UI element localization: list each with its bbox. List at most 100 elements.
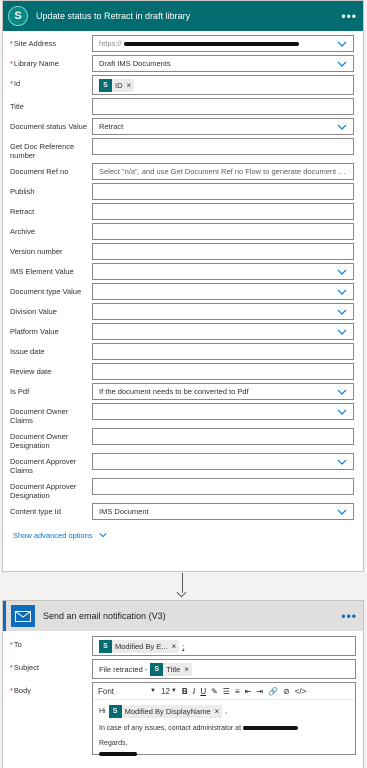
approver-designation-input[interactable] <box>92 478 354 495</box>
owner-claims-dropdown[interactable] <box>92 403 354 420</box>
id-token[interactable]: S ID × <box>99 78 135 92</box>
body-content[interactable]: Hi S Modified By DisplayName × , In case… <box>93 700 355 764</box>
version-number-input[interactable] <box>92 243 354 260</box>
font-size-select[interactable]: 12 ▼ <box>161 687 177 696</box>
get-doc-ref-input[interactable] <box>92 138 354 155</box>
show-advanced-options-link[interactable]: Show advanced options <box>3 523 363 550</box>
remove-token-icon[interactable]: × <box>184 665 189 674</box>
bold-icon[interactable]: B <box>182 687 188 696</box>
field-label: *Body <box>10 686 32 695</box>
body-line-contact: In case of any issues, contact administr… <box>99 723 349 734</box>
body-editor[interactable]: Font ▼ 12 ▼ B I U ✎ ☰ ≡ ⇤ ⇥ 🔗 ⊘ </> Hi S… <box>92 682 356 757</box>
italic-icon[interactable]: I <box>193 687 196 696</box>
sharepoint-icon: S <box>8 6 28 26</box>
body-line-greeting: Hi S Modified By DisplayName × , <box>99 704 349 719</box>
remove-token-icon[interactable]: × <box>172 642 177 651</box>
division-dropdown[interactable] <box>92 303 354 320</box>
library-name-dropdown[interactable]: Draft IMS Documents <box>92 55 354 72</box>
field-label: Title <box>10 102 24 111</box>
sharepoint-token-icon: S <box>99 639 112 653</box>
id-input[interactable]: S ID × <box>92 75 354 95</box>
more-options-icon[interactable]: ••• <box>341 609 357 623</box>
retract-input[interactable] <box>92 203 354 220</box>
field-label: IMS Element Value <box>10 267 74 276</box>
field-row-doc-type: Document type Value <box>10 283 356 300</box>
underline-icon[interactable]: U <box>200 687 206 696</box>
doc-status-dropdown[interactable]: Retract <box>92 118 354 135</box>
to-input[interactable]: S Modified By E... × ; <box>92 636 356 656</box>
site-address-dropdown[interactable]: https:// <box>92 35 354 52</box>
bullet-list-icon[interactable]: ☰ <box>223 687 230 696</box>
remove-token-icon[interactable]: × <box>127 81 132 90</box>
highlight-pen-icon[interactable]: ✎ <box>211 687 218 696</box>
ims-element-dropdown[interactable] <box>92 263 354 280</box>
title-token[interactable]: S Title × <box>150 662 192 676</box>
field-row-id: *Id S ID × <box>10 75 356 95</box>
greeting-suffix: , <box>225 708 228 715</box>
send-email-header[interactable]: Send an email notification (V3) ••• <box>3 601 363 631</box>
caret-down-icon: ▼ <box>150 688 156 694</box>
issue-date-input[interactable] <box>92 343 354 360</box>
field-label: Document Ref no <box>10 167 69 176</box>
owner-designation-input[interactable] <box>92 428 354 445</box>
platform-dropdown[interactable] <box>92 323 354 340</box>
chevron-down-icon <box>337 124 347 130</box>
code-view-icon[interactable]: </> <box>295 687 307 696</box>
field-label: Document Approver Designation <box>10 482 77 500</box>
archive-input[interactable] <box>92 223 354 240</box>
chevron-down-icon <box>337 389 347 395</box>
field-row-archive: Archive <box>10 223 356 240</box>
approver-claims-dropdown[interactable] <box>92 453 354 470</box>
field-row-retract: Retract <box>10 203 356 220</box>
token-label: Modified By DisplayName <box>124 707 211 716</box>
arrow-down-icon <box>176 587 187 598</box>
publish-input[interactable] <box>92 183 354 200</box>
modified-by-displayname-token[interactable]: S Modified By DisplayName × <box>108 705 223 718</box>
increase-indent-icon[interactable]: ⇥ <box>256 687 263 696</box>
token-label: Modified By E... <box>115 641 168 651</box>
field-row-review-date: Review date <box>10 363 356 380</box>
regards-text: Regards, <box>99 740 128 747</box>
font-select[interactable]: Font ▼ <box>98 687 156 696</box>
more-options-icon[interactable]: ••• <box>341 9 357 23</box>
field-label: Document Approver Claims <box>10 457 77 475</box>
field-row-site-address: *Site Address https:// <box>10 35 356 52</box>
doc-ref-no-input[interactable]: Select "n/a", and use Get Document Ref n… <box>92 163 354 180</box>
decrease-indent-icon[interactable]: ⇤ <box>245 687 252 696</box>
subject-input[interactable]: File retracted - S Title × <box>92 659 356 679</box>
chevron-down-icon <box>337 409 347 415</box>
link-icon[interactable]: 🔗 <box>268 687 278 696</box>
field-label: Retract <box>10 207 35 216</box>
chevron-down-icon <box>337 61 347 67</box>
field-row-library-name: *Library Name Draft IMS Documents <box>10 55 356 72</box>
field-label: Get Doc Reference number <box>10 142 75 160</box>
field-label: *To <box>10 640 22 649</box>
content-type-value: IMS Document <box>99 507 149 516</box>
is-pdf-value: If the document needs to be converted to… <box>99 387 249 396</box>
unlink-icon[interactable]: ⊘ <box>283 687 290 696</box>
redacted-signature <box>99 752 137 757</box>
field-row-owner-claims: Document Owner Claims <box>10 403 356 425</box>
field-row-to: *To S Modified By E... × ; <box>10 636 356 656</box>
update-item-title: Update status to Retract in draft librar… <box>36 11 191 21</box>
field-label: Document type Value <box>10 287 82 296</box>
update-item-header[interactable]: S Update status to Retract in draft libr… <box>3 1 363 31</box>
content-type-dropdown[interactable]: IMS Document <box>92 503 354 520</box>
review-date-input[interactable] <box>92 363 354 380</box>
chevron-down-icon <box>337 509 347 515</box>
field-row-is-pdf: Is Pdf If the document needs to be conve… <box>10 383 356 400</box>
field-row-division: Division Value <box>10 303 356 320</box>
remove-token-icon[interactable]: × <box>215 706 220 717</box>
field-row-platform: Platform Value <box>10 323 356 340</box>
field-label: Content type Id <box>10 507 61 516</box>
body-line-regards: Regards, <box>99 738 349 749</box>
modified-by-email-token[interactable]: S Modified By E... × <box>99 639 180 653</box>
chevron-down-icon <box>337 41 347 47</box>
update-item-card: S Update status to Retract in draft libr… <box>2 0 364 572</box>
numbered-list-icon[interactable]: ≡ <box>235 687 240 696</box>
title-input[interactable] <box>92 98 354 115</box>
field-row-doc-ref-no: Document Ref no Select "n/a", and use Ge… <box>10 163 356 180</box>
is-pdf-dropdown[interactable]: If the document needs to be converted to… <box>92 383 354 400</box>
field-row-publish: Publish <box>10 183 356 200</box>
doc-type-dropdown[interactable] <box>92 283 354 300</box>
